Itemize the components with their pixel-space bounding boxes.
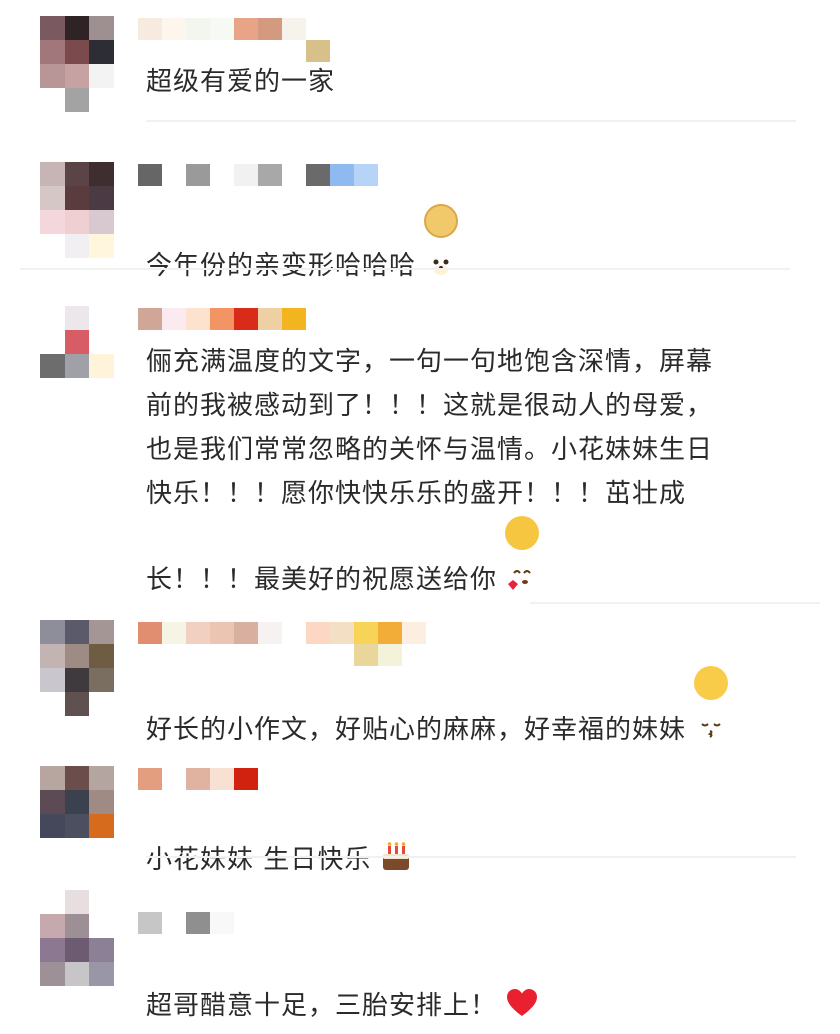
comment-text: 今年份的亲变形哈哈哈 [146, 204, 806, 288]
divider [530, 602, 820, 604]
avatar[interactable] [40, 306, 114, 378]
avatar[interactable] [40, 766, 114, 838]
avatar[interactable] [40, 890, 114, 986]
comment-text: 超级有爱的一家 [146, 60, 806, 104]
kiss-face-emoji [694, 666, 729, 738]
avatar[interactable] [40, 620, 114, 716]
avatar[interactable] [40, 16, 114, 112]
comment-text: 超哥醋意十足，三胎安排上！ [146, 942, 806, 1028]
comment-text-content: 超哥醋意十足，三胎安排上！ [146, 991, 498, 1021]
comment-text-content: 俪充满温度的文字，一句一句地饱含深情，屏幕 前的我被感动到了！！！这就是很动人的… [146, 347, 714, 595]
username-redacted[interactable] [138, 308, 306, 330]
comment-text: 小花妹妹 生日快乐 [146, 796, 806, 882]
divider [146, 120, 796, 122]
comment-text-content: 小花妹妹 生日快乐 [146, 845, 372, 875]
comment-text-content: 超级有爱的一家 [146, 67, 336, 97]
comment-text: 好长的小作文，好贴心的麻麻，好幸福的妹妹 [146, 666, 806, 752]
cake-emoji [379, 796, 413, 870]
heart-kiss-emoji [505, 516, 540, 590]
comment-text: 俪充满温度的文字，一句一句地饱含深情，屏幕 前的我被感动到了！！！这就是很动人的… [146, 340, 806, 602]
divider [20, 268, 790, 270]
badge-redacted [306, 40, 330, 62]
username-redacted[interactable] [138, 768, 258, 790]
red-heart-emoji [505, 942, 539, 1016]
comment-text-content: 好长的小作文，好贴心的麻麻，好幸福的妹妹 [146, 715, 687, 745]
username-redacted[interactable] [138, 912, 234, 934]
doge-emoji [424, 204, 459, 275]
comment-text-content: 今年份的亲变形哈哈哈 [146, 251, 417, 281]
divider [146, 856, 796, 858]
username-redacted[interactable] [138, 18, 306, 40]
username-redacted[interactable] [138, 622, 426, 644]
avatar[interactable] [40, 162, 114, 258]
username-redacted[interactable] [138, 164, 378, 186]
badge-redacted [354, 644, 402, 666]
